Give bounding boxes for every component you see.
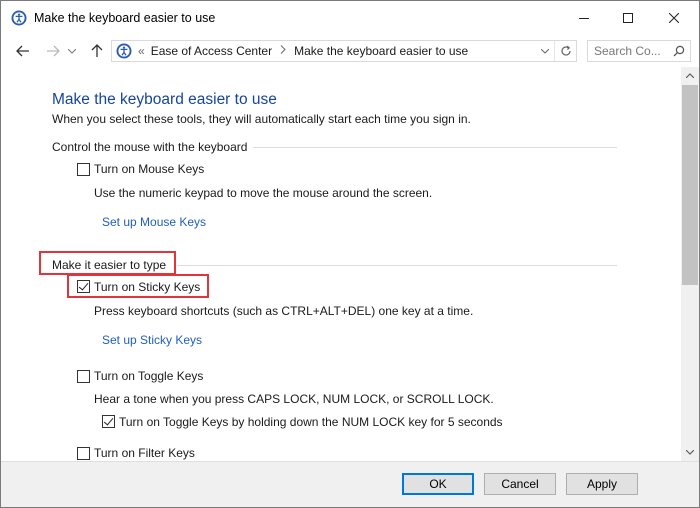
arrow-right-icon: [47, 45, 60, 57]
arrow-left-icon: [16, 45, 29, 57]
scroll-up-button[interactable]: [681, 67, 699, 84]
chevron-down-icon: [68, 48, 76, 54]
main-content: Make the keyboard easier to use When you…: [1, 67, 681, 461]
control-panel-icon: [116, 43, 132, 59]
section-heading-mouse: Control the mouse with the keyboard: [52, 140, 248, 154]
section-divider: [253, 147, 617, 148]
toggle-keys-numlock-label[interactable]: Turn on Toggle Keys by holding down the …: [119, 415, 503, 429]
page-description: When you select these tools, they will a…: [52, 112, 471, 126]
sticky-keys-description: Press keyboard shortcuts (such as CTRL+A…: [94, 304, 474, 318]
filter-keys-checkbox[interactable]: [77, 447, 90, 460]
dialog-footer: OK Cancel Apply: [1, 461, 699, 507]
maximize-icon: [623, 13, 633, 23]
title-bar: Make the keyboard easier to use: [1, 1, 699, 35]
filter-keys-label[interactable]: Turn on Filter Keys: [94, 446, 195, 460]
scroll-down-button[interactable]: [681, 444, 699, 461]
search-input[interactable]: Search Co...: [587, 40, 691, 62]
close-button[interactable]: [651, 1, 697, 35]
chevron-up-icon: [686, 73, 694, 78]
close-icon: [669, 13, 679, 23]
recent-locations-button[interactable]: [65, 41, 79, 61]
setup-mouse-keys-link[interactable]: Set up Mouse Keys: [102, 215, 206, 229]
search-placeholder: Search Co...: [594, 44, 661, 58]
toggle-keys-description: Hear a tone when you press CAPS LOCK, NU…: [94, 392, 494, 406]
sticky-keys-checkbox[interactable]: [77, 280, 90, 293]
sticky-keys-label[interactable]: Turn on Sticky Keys: [94, 280, 200, 294]
mouse-keys-label[interactable]: Turn on Mouse Keys: [94, 162, 204, 176]
chevron-down-icon: [541, 48, 549, 54]
apply-button[interactable]: Apply: [566, 473, 638, 495]
setup-sticky-keys-link[interactable]: Set up Sticky Keys: [102, 333, 202, 347]
breadcrumb-separator-icon[interactable]: [280, 45, 286, 57]
mouse-keys-description: Use the numeric keypad to move the mouse…: [94, 186, 433, 200]
refresh-icon: [560, 45, 571, 56]
breadcrumb-current-page[interactable]: Make the keyboard easier to use: [294, 44, 468, 58]
toggle-keys-checkbox[interactable]: [77, 370, 90, 383]
toggle-keys-label[interactable]: Turn on Toggle Keys: [94, 369, 203, 383]
scrollbar-thumb[interactable]: [682, 85, 698, 285]
navigation-bar: « Ease of Access Center Make the keyboar…: [1, 35, 699, 67]
ease-of-access-icon: [11, 10, 27, 26]
arrow-up-icon: [91, 44, 103, 57]
vertical-scrollbar[interactable]: [681, 67, 699, 461]
breadcrumb-overflow[interactable]: «: [138, 44, 145, 58]
toggle-keys-numlock-checkbox[interactable]: [102, 415, 115, 428]
page-title: Make the keyboard easier to use: [52, 91, 277, 108]
section-heading-typing: Make it easier to type: [52, 258, 167, 272]
back-button[interactable]: [13, 41, 33, 61]
address-dropdown-button[interactable]: [538, 41, 552, 61]
maximize-button[interactable]: [605, 1, 651, 35]
window-title: Make the keyboard easier to use: [34, 11, 216, 25]
minimize-icon: [579, 18, 589, 19]
mouse-keys-checkbox[interactable]: [77, 163, 90, 176]
breadcrumb-ease-of-access-center[interactable]: Ease of Access Center: [151, 44, 272, 58]
address-bar[interactable]: « Ease of Access Center Make the keyboar…: [111, 40, 577, 62]
minimize-button[interactable]: [561, 1, 607, 35]
ok-button[interactable]: OK: [402, 473, 474, 495]
up-button[interactable]: [87, 41, 107, 61]
dialog-window: Make the keyboard easier to use « Ease o…: [0, 0, 700, 508]
forward-button[interactable]: [43, 41, 63, 61]
cancel-button[interactable]: Cancel: [484, 473, 556, 495]
section-divider: [177, 265, 617, 266]
search-icon: [673, 45, 685, 57]
chevron-down-icon: [686, 450, 694, 455]
refresh-button[interactable]: [554, 41, 576, 61]
